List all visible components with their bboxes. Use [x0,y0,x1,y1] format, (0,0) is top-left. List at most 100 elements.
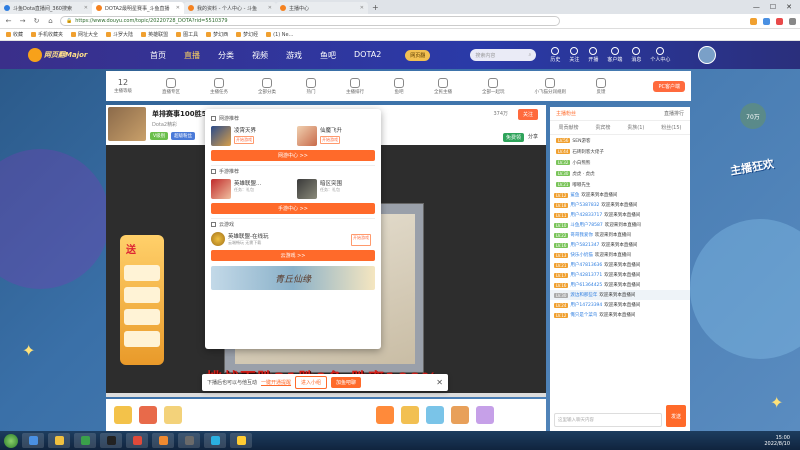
subtab-fans[interactable]: 粉丝(15) [661,124,681,131]
reload-icon[interactable]: ↻ [32,17,41,26]
chat-user[interactable]: 斗鱼用户78587 [570,222,602,228]
chat-user[interactable]: 用户14723394 [570,302,602,308]
bookmark-item[interactable]: 网址大全 [71,31,98,38]
taskbar-app[interactable] [100,433,122,448]
nav-item-video[interactable]: 视频 [252,50,268,61]
gift-cell[interactable] [124,309,160,325]
client-button[interactable]: 客户端 [607,47,622,63]
taskbar-app[interactable] [178,433,200,448]
nav-item-home[interactable]: 首页 [150,50,166,61]
close-icon[interactable]: ✕ [268,5,272,11]
free-gift-button[interactable]: 免费领 [502,133,524,142]
close-window-icon[interactable]: ✕ [786,3,792,11]
gift-cell[interactable] [124,331,160,347]
strip-item[interactable]: 小飞猫分润规则 [535,77,566,95]
rank-row[interactable]: LV.44 石砖刺客大佬子 [550,146,690,157]
profile-button[interactable]: 个人中心 [650,47,670,63]
site-logo[interactable]: 网页翻Major [28,46,118,64]
bookmark-item[interactable]: 梦幻西 [206,31,228,38]
extension-icon[interactable] [763,17,770,25]
nav-item-live[interactable]: 直播 [184,50,200,61]
tab-rank[interactable]: 直播排行 [664,110,684,117]
gift-icon[interactable] [114,406,132,424]
chat-user[interactable]: 哥哥我爱你 [570,232,593,238]
game-card[interactable]: 仙魔飞升 开始游戏 [297,126,375,146]
new-tab-icon[interactable]: + [368,3,383,12]
gift-icon[interactable] [451,406,469,424]
cloud-games-button[interactable]: 云游戏 >> [211,250,375,261]
menu-icon[interactable] [789,17,796,25]
subtab-noble[interactable]: 贵族(1) [627,124,644,131]
gift-icon[interactable] [164,406,182,424]
web-games-center-button[interactable]: 网游中心 >> [211,150,375,161]
bookmark-item[interactable]: 梦幻经 [236,31,258,38]
strip-item[interactable]: 12 主播等级 [114,78,132,94]
nav-item-game[interactable]: 游戏 [286,50,302,61]
avatar[interactable] [698,46,717,64]
follow-button[interactable]: 关注 [517,109,538,120]
chat-user[interactable]: 用户47813636 [570,262,602,268]
extension-icon[interactable] [776,17,783,25]
address-bar[interactable]: 🔒 https://www.douyu.com/topic/20220728_D… [60,16,560,26]
close-icon[interactable]: ✕ [176,5,180,11]
share-button[interactable]: 分享 [528,133,538,142]
play-button[interactable]: 开始游戏 [351,234,371,246]
taskbar-app[interactable] [204,433,226,448]
strip-item[interactable]: 热门 [306,77,316,95]
history-button[interactable]: 历史 [550,47,560,63]
message-button[interactable]: 消息 [631,47,641,63]
browser-tab-3[interactable]: 主播中心 ✕ [276,2,368,14]
close-icon[interactable]: ✕ [360,5,364,11]
rank-row[interactable]: LV.56 SEN游客 [550,135,690,146]
strip-item[interactable]: 主播任务 [210,77,228,95]
gift-icon[interactable] [476,406,494,424]
pc-client-button[interactable]: PC客户端 [653,80,685,92]
send-button[interactable]: 发送 [666,405,686,427]
play-button[interactable]: 开始游戏 [320,136,340,144]
taskbar-app[interactable] [74,433,96,448]
game-card[interactable]: 凌霄天界 开始游戏 [211,126,289,146]
gift-cell[interactable] [124,287,160,303]
chat-user[interactable]: 鲨鱼 [570,192,579,198]
browser-tab-2[interactable]: 我的资料 - 个人中心 - 斗鱼 ✕ [184,2,276,14]
taskbar-app[interactable] [152,433,174,448]
minimize-icon[interactable]: — [753,3,760,11]
chat-input[interactable]: 这里输入聊天内容 [554,413,662,427]
chat-user[interactable]: 用户42813771 [570,272,602,278]
taskbar-app[interactable] [22,433,44,448]
game-banner[interactable]: 青丘仙缘 [211,266,375,290]
tag-badge[interactable]: V级别 [150,132,169,140]
search-icon[interactable]: ⌕ [529,52,532,58]
browser-tab-0[interactable]: 斗鱼Dota直播间_360搜索 ✕ [0,2,92,14]
gift-icon[interactable] [401,406,419,424]
start-button[interactable] [4,433,18,448]
maximize-icon[interactable]: ☐ [770,3,776,11]
bookmark-item[interactable]: 英雄联盟 [141,31,168,38]
chat-user[interactable]: 快乐小奶猫 [570,252,593,258]
close-icon[interactable]: ✕ [436,378,443,387]
nav-item-category[interactable]: 分类 [218,50,234,61]
chat-user[interactable]: 用户5821347 [570,242,599,248]
start-live-button[interactable]: 开播 [588,47,598,63]
chat-user[interactable]: 渡边和那些年 [570,292,597,298]
strip-item[interactable]: 全民主播 [434,77,452,95]
chat-user[interactable]: 用户5387832 [570,202,599,208]
follow-button[interactable]: 关注 [569,47,579,63]
game-card[interactable]: 英雄联盟... 任务：礼包 [211,179,289,199]
gift-icon[interactable] [426,406,444,424]
bookmark-item[interactable]: (1) Ne... [266,32,293,38]
back-icon[interactable]: ← [4,17,13,26]
side-gift-banner[interactable]: 送 [120,235,164,365]
strip-item[interactable]: 主播排行 [346,77,364,95]
chat-user[interactable]: 俺只是个菜鸟 [570,312,597,318]
system-clock[interactable]: 15:00 2022/8/10 [764,435,796,447]
subtab-guest[interactable]: 贵宾榜 [595,124,610,131]
site-search[interactable]: 搜索内容 ⌕ [470,49,537,61]
streamer-avatar[interactable] [108,107,146,141]
nav-item-dota2[interactable]: DOTA2 [354,50,381,61]
tag-badge[interactable]: 超级粉丝 [171,132,196,140]
rank-row[interactable]: LV.32 小白熊熊 [550,157,690,168]
strip-item[interactable]: 全部一起玩 [482,77,505,95]
join-yuba-button[interactable]: 加鱼吧聊 [331,377,362,388]
nav-item-yuba[interactable]: 鱼吧 [320,50,336,61]
